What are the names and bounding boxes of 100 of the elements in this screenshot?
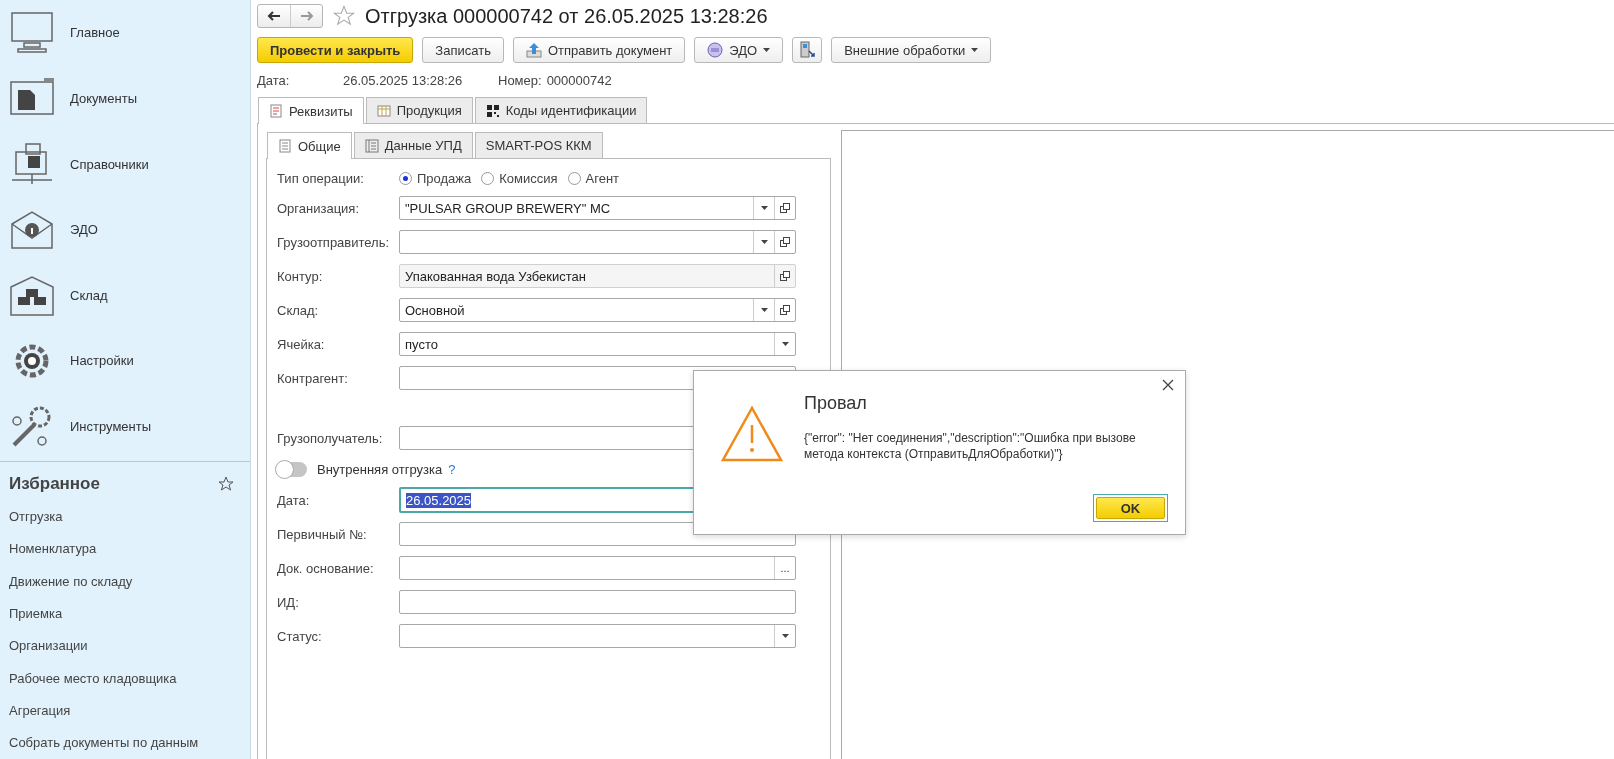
toggle-label: Внутренняя отгрузка bbox=[317, 461, 443, 477]
open-window-icon bbox=[780, 305, 790, 315]
tab[interactable]: Продукция bbox=[365, 97, 473, 123]
field-label: Дата: bbox=[277, 492, 311, 508]
external-processing-menu-button[interactable]: Внешние обработки bbox=[831, 37, 992, 63]
sidebar-section[interactable]: Главное bbox=[0, 0, 250, 66]
input-field[interactable]: Упакованная вода Узбекистан bbox=[399, 264, 796, 288]
caret-icon bbox=[760, 206, 768, 210]
ok-button[interactable]: OK bbox=[1096, 497, 1165, 519]
toggle-switch[interactable] bbox=[277, 461, 307, 477]
qr-code-icon bbox=[485, 103, 500, 118]
open-window-icon bbox=[780, 271, 790, 281]
forward-arrow-icon bbox=[299, 11, 314, 21]
scanner-button[interactable] bbox=[792, 37, 823, 63]
field-label: Грузополучатель: bbox=[277, 430, 384, 446]
help-link[interactable]: ? bbox=[448, 461, 456, 477]
dialog-title: Провал bbox=[804, 393, 868, 414]
favorite-link[interactable]: Номенклатура bbox=[0, 532, 250, 566]
field-value: пусто bbox=[405, 336, 438, 352]
input-field[interactable] bbox=[399, 590, 796, 614]
favorite-link[interactable]: Агрегация bbox=[0, 694, 250, 727]
scanner-icon bbox=[799, 41, 816, 59]
input-field[interactable]: пусто bbox=[399, 332, 796, 356]
radio-label: Агент bbox=[585, 170, 620, 186]
sidebar-section[interactable]: Инструменты bbox=[0, 393, 250, 460]
document-title: Отгрузка 000000742 от 26.05.2025 13:28:26 bbox=[365, 4, 768, 28]
document-icon bbox=[269, 104, 283, 118]
radio-button[interactable] bbox=[567, 171, 581, 185]
sidebar-section[interactable]: Склад bbox=[0, 262, 250, 329]
tab[interactable]: SMART-POS ККМ bbox=[474, 132, 603, 158]
field-label: Контур: bbox=[277, 268, 324, 284]
send-document-button[interactable]: Отправить документ bbox=[512, 37, 686, 63]
sidebar-section[interactable]: Настройки bbox=[0, 328, 250, 394]
tab[interactable]: Реквизиты bbox=[258, 97, 364, 124]
radio-option[interactable]: Комиссия bbox=[481, 170, 558, 186]
favorites-title: Избранное bbox=[9, 474, 100, 495]
disc-icon bbox=[707, 42, 724, 58]
star-icon[interactable] bbox=[333, 5, 355, 27]
list-icon bbox=[278, 139, 292, 153]
field-label: Склад: bbox=[277, 302, 320, 318]
warning-icon bbox=[720, 405, 784, 463]
caret-icon bbox=[971, 48, 979, 52]
ledger-icon bbox=[364, 138, 379, 153]
date-value: 26.05.2025 13:28:26 bbox=[343, 72, 464, 88]
input-field[interactable]: ... bbox=[399, 556, 796, 580]
upload-icon bbox=[525, 42, 542, 58]
tab[interactable]: Коды идентификации bbox=[474, 97, 648, 123]
error-message: {"error": "Нет соединения","description":"Ошибка при вызове метода контекста (ОтправитьДляОбработки)"} bbox=[804, 430, 1137, 462]
edo-menu-button[interactable]: ЭДО bbox=[694, 37, 784, 63]
radio-button[interactable] bbox=[481, 171, 495, 185]
radio-button[interactable] bbox=[399, 171, 412, 185]
field-value: 26.05.2025 bbox=[406, 492, 472, 508]
close-icon bbox=[1162, 379, 1174, 391]
radio-label: Продажа bbox=[417, 170, 472, 186]
date-label: Дата: bbox=[257, 72, 291, 88]
number-label: Номер: bbox=[498, 72, 542, 88]
back-arrow-icon bbox=[267, 11, 281, 21]
favorite-link[interactable]: Отгрузка bbox=[0, 500, 250, 533]
input-field[interactable] bbox=[399, 230, 796, 254]
input-field[interactable] bbox=[399, 624, 796, 648]
field-label: Контрагент: bbox=[277, 370, 349, 386]
field-label: Статус: bbox=[277, 628, 323, 644]
sidebar-section[interactable]: ЭДО bbox=[0, 196, 250, 263]
sidebar-section[interactable]: Справочники bbox=[0, 131, 250, 197]
field-value: Основной bbox=[405, 302, 465, 318]
open-window-icon bbox=[780, 203, 790, 213]
table-icon bbox=[376, 103, 391, 118]
caret-icon bbox=[760, 240, 768, 244]
field-label: Организация: bbox=[277, 200, 361, 216]
field-label: Док. основание: bbox=[277, 560, 375, 576]
radio-option[interactable]: Продажа bbox=[399, 170, 472, 186]
favorite-link[interactable]: Рабочее место кладовщика bbox=[0, 662, 250, 695]
radio-label: Комиссия bbox=[499, 170, 558, 186]
favorite-link[interactable]: Движение по складу bbox=[0, 565, 250, 598]
field-value: Упакованная вода Узбекистан bbox=[405, 268, 586, 284]
star-icon[interactable] bbox=[218, 476, 234, 493]
field-label: Тип операции: bbox=[277, 170, 365, 186]
sidebar-section[interactable]: Документы bbox=[0, 65, 250, 132]
tab[interactable]: Общие bbox=[267, 132, 352, 159]
tab[interactable]: Данные УПД bbox=[353, 132, 473, 158]
field-label: Ячейка: bbox=[277, 336, 326, 352]
field-label: ИД: bbox=[277, 594, 300, 610]
favorite-link[interactable]: Приемка bbox=[0, 597, 250, 630]
input-field[interactable]: Основной bbox=[399, 298, 796, 322]
choose-button[interactable]: ... bbox=[774, 557, 795, 579]
caret-icon bbox=[781, 342, 789, 346]
field-value: "PULSAR GROUP BREWERY" MC bbox=[405, 200, 611, 216]
field-label: Грузоотправитель: bbox=[277, 234, 391, 250]
favorite-link[interactable]: Собрать документы по данным bbox=[0, 726, 250, 759]
close-button[interactable] bbox=[1161, 379, 1175, 393]
caret-icon bbox=[781, 634, 789, 638]
caret-icon bbox=[760, 308, 768, 312]
number-value: 000000742 bbox=[546, 72, 612, 88]
favorite-link[interactable]: Организации bbox=[0, 629, 250, 662]
input-field[interactable]: "PULSAR GROUP BREWERY" MC bbox=[399, 196, 796, 220]
field-label: Первичный №: bbox=[277, 526, 368, 542]
open-window-icon bbox=[780, 237, 790, 247]
save-button[interactable]: Записать bbox=[422, 37, 504, 63]
post-and-close-button[interactable]: Провести и закрыть bbox=[257, 37, 414, 63]
radio-option[interactable]: Агент bbox=[567, 170, 620, 186]
